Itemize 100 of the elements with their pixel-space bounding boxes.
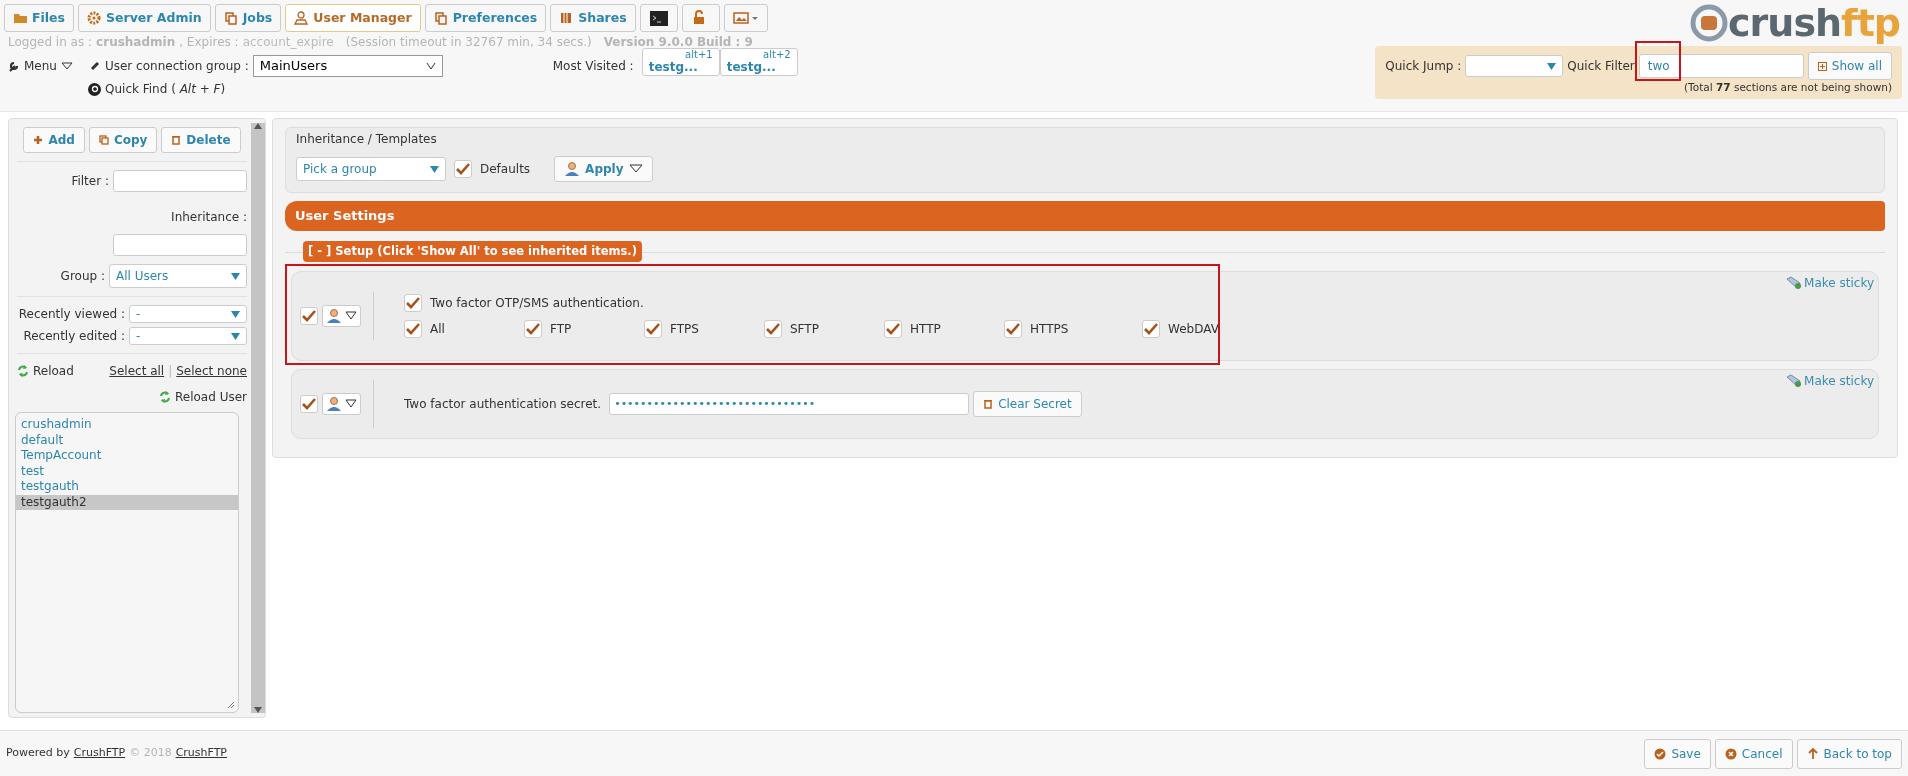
- copy-icon: [98, 135, 109, 145]
- gear-icon: [87, 10, 102, 26]
- menu-button[interactable]: Menu: [8, 57, 73, 75]
- inheritance-label: Inheritance :: [170, 209, 247, 226]
- wrench-icon: [8, 60, 20, 72]
- image-icon: [732, 9, 759, 27]
- select-all-link[interactable]: Select all: [109, 362, 165, 380]
- arrow-up-icon: [1806, 747, 1819, 760]
- filter-field[interactable]: [113, 170, 247, 192]
- arrow-up-icon[interactable]: [254, 123, 262, 129]
- quick-find-link[interactable]: Quick Find ( Alt + F): [105, 80, 226, 98]
- caret-icon: [425, 62, 436, 70]
- group-select[interactable]: All Users: [109, 264, 247, 288]
- checkbox[interactable]: [300, 394, 318, 413]
- tab[interactable]: Jobs: [214, 4, 282, 32]
- toolbar-button[interactable]: [639, 4, 678, 32]
- most-visited-button[interactable]: alt+1 testg...: [641, 48, 720, 76]
- reload-link[interactable]: Reload: [17, 362, 74, 380]
- caret-icon: [1547, 62, 1557, 70]
- checkbox[interactable]: [300, 306, 318, 325]
- tab[interactable]: Preferences: [424, 4, 547, 32]
- recently-edited-label: Recently edited :: [23, 328, 125, 345]
- user-list-item[interactable]: default: [16, 432, 238, 448]
- most-visited-button[interactable]: alt+2 testg...: [719, 48, 798, 76]
- protocol-label: All: [430, 320, 445, 338]
- connection-group-select[interactable]: MainUsers: [252, 55, 443, 77]
- defaults-label: Defaults: [480, 161, 531, 178]
- user-menu-button[interactable]: [322, 392, 361, 415]
- tab[interactable]: Files: [4, 4, 75, 32]
- search-icon: [88, 82, 101, 96]
- refresh-icon: [17, 364, 29, 378]
- protocol-label: FTPS: [670, 320, 699, 338]
- user-list-item[interactable]: TempAccount: [16, 448, 238, 464]
- scrollbar[interactable]: [251, 123, 265, 713]
- checkbox[interactable]: [644, 319, 662, 338]
- make-sticky-link[interactable]: Make sticky: [1786, 371, 1874, 390]
- cancel-icon: [1724, 747, 1737, 760]
- checkbox[interactable]: [884, 319, 902, 338]
- copy-button[interactable]: Copy: [88, 127, 158, 153]
- group-label: Group :: [60, 268, 105, 285]
- recently-edited-select[interactable]: -: [129, 327, 247, 345]
- person-icon: [564, 161, 581, 177]
- footer-link[interactable]: CrushFTP: [175, 745, 227, 762]
- inheritance-field[interactable]: [113, 234, 247, 256]
- apply-button[interactable]: Apply: [554, 156, 653, 182]
- user-list-item[interactable]: testgauth: [16, 479, 238, 495]
- footer-link[interactable]: CrushFTP: [73, 745, 126, 762]
- checkbox[interactable]: [524, 319, 542, 338]
- tab[interactable]: Shares: [550, 4, 636, 32]
- section-legend[interactable]: [ - ] Setup (Click 'Show All' to see inherited items.): [303, 240, 642, 262]
- caret-icon: [231, 272, 240, 280]
- user-list-item[interactable]: testgauth2: [16, 494, 238, 510]
- checkbox[interactable]: [404, 319, 422, 338]
- delete-button[interactable]: Delete: [161, 127, 241, 153]
- reload-user-link[interactable]: Reload User: [159, 388, 247, 406]
- secret-field[interactable]: •••••••••••••••••••••••••••••••: [609, 392, 970, 415]
- tab[interactable]: Server Admin: [78, 4, 211, 32]
- add-button[interactable]: Add: [23, 127, 85, 153]
- recently-viewed-label: Recently viewed :: [18, 306, 125, 323]
- checkbox[interactable]: [764, 319, 782, 338]
- resize-grip-icon: [227, 701, 235, 709]
- save-button[interactable]: Save: [1644, 738, 1711, 769]
- user-list-item[interactable]: test: [16, 463, 238, 479]
- caret-icon: [345, 310, 357, 321]
- user-menu-button[interactable]: [322, 304, 361, 327]
- select-none-link[interactable]: Select none: [176, 362, 247, 380]
- most-visited-label: Most Visited :: [552, 58, 634, 75]
- caret-icon: [345, 398, 357, 409]
- plus-icon: [33, 135, 44, 145]
- checkbox[interactable]: [1142, 319, 1160, 338]
- show-all-button[interactable]: Show all: [1807, 52, 1892, 80]
- tag-icon: [1786, 275, 1803, 290]
- checkbox[interactable]: [1004, 319, 1022, 338]
- clear-secret-button[interactable]: Clear Secret: [973, 390, 1082, 417]
- fieldset-legend: Inheritance / Templates: [296, 130, 1874, 148]
- section-header: User Settings: [285, 201, 1885, 231]
- caret-icon: [430, 165, 439, 173]
- copyright-text: © 2018: [129, 745, 172, 762]
- group-picker[interactable]: Pick a group: [296, 157, 446, 181]
- secret-label: Two factor authentication secret.: [404, 395, 602, 413]
- quick-filter-field[interactable]: two: [1638, 54, 1804, 78]
- copy-icon: [433, 10, 448, 26]
- hidden-sections-note: (Total 77 sections are not being shown): [1683, 80, 1892, 95]
- protocol-label: HTTPS: [1030, 320, 1069, 338]
- protocol-label: HTTP: [910, 320, 941, 338]
- footer-text: Powered by: [6, 745, 70, 762]
- recently-viewed-select[interactable]: -: [129, 305, 247, 323]
- back-to-top-button[interactable]: Back to top: [1796, 738, 1902, 769]
- tab[interactable]: User Manager: [285, 4, 421, 32]
- quick-filter-label: Quick Filter: [1567, 58, 1635, 75]
- connection-group-label: User connection group :: [104, 58, 249, 75]
- protocol-label: WebDAV: [1168, 320, 1219, 338]
- user-list-item[interactable]: crushadmin: [16, 417, 238, 433]
- separator: |: [168, 363, 173, 380]
- copy-icon: [223, 10, 238, 26]
- checkbox[interactable]: [404, 293, 422, 312]
- make-sticky-link[interactable]: Make sticky: [1786, 273, 1874, 292]
- cancel-button[interactable]: Cancel: [1714, 738, 1793, 769]
- checkbox[interactable]: [454, 160, 472, 178]
- arrow-down-icon[interactable]: [254, 707, 262, 713]
